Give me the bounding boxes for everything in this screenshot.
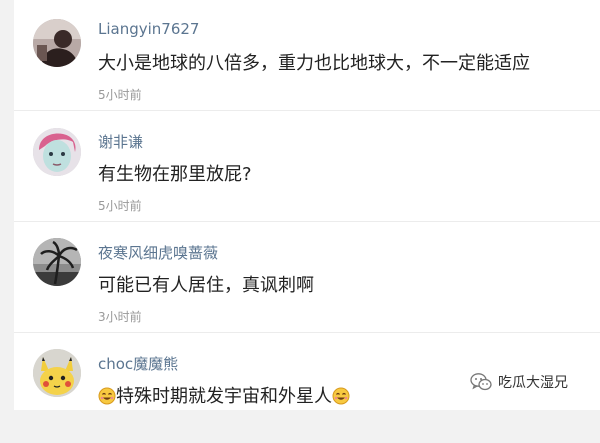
wechat-icon: [470, 373, 492, 391]
avatar-cartoon-face-icon: [33, 128, 81, 176]
avatar[interactable]: [33, 128, 81, 176]
comment-timestamp: 3小时前: [98, 310, 142, 324]
comment-username[interactable]: 夜寒风细虎嗅蔷薇: [98, 242, 218, 263]
smiling-emoji-icon: [332, 387, 350, 405]
avatar[interactable]: [33, 349, 81, 397]
comment-username[interactable]: Liangyin7627: [98, 20, 199, 38]
comment-text: 特殊时期就发宇宙和外星人: [98, 382, 350, 408]
avatar[interactable]: [33, 238, 81, 286]
avatar-palm-tree-icon: [33, 238, 81, 286]
comment-timestamp: 5小时前: [98, 88, 142, 102]
comment-text: 可能已有人居住，真讽刺啊: [98, 275, 314, 296]
comment-item: 谢非谦 有生物在那里放屁? 5小时前: [14, 111, 600, 222]
comment-username[interactable]: choc魔魔熊: [98, 353, 178, 374]
comment-text: 大小是地球的八倍多，重力也比地球大，不一定能适应: [98, 53, 530, 74]
comment-text-body: 特殊时期就发宇宙和外星人: [116, 386, 332, 407]
watermark: 吃瓜大湿兄: [470, 371, 568, 393]
smiling-emoji-icon: [98, 387, 116, 405]
comment-username[interactable]: 谢非谦: [98, 131, 143, 152]
avatar-silhouette-dark-icon: [33, 19, 81, 67]
comment-text: 有生物在那里放屁?: [98, 164, 252, 185]
comment-list: Liangyin7627 大小是地球的八倍多，重力也比地球大，不一定能适应 5小…: [14, 0, 600, 410]
watermark-text: 吃瓜大湿兄: [498, 375, 568, 391]
avatar-pikachu-icon: [33, 349, 81, 397]
comment-item: 夜寒风细虎嗅蔷薇 可能已有人居住，真讽刺啊 3小时前: [14, 222, 600, 333]
avatar[interactable]: [33, 19, 81, 67]
comment-timestamp: 5小时前: [98, 199, 142, 213]
comment-item: Liangyin7627 大小是地球的八倍多，重力也比地球大，不一定能适应 5小…: [14, 0, 600, 111]
